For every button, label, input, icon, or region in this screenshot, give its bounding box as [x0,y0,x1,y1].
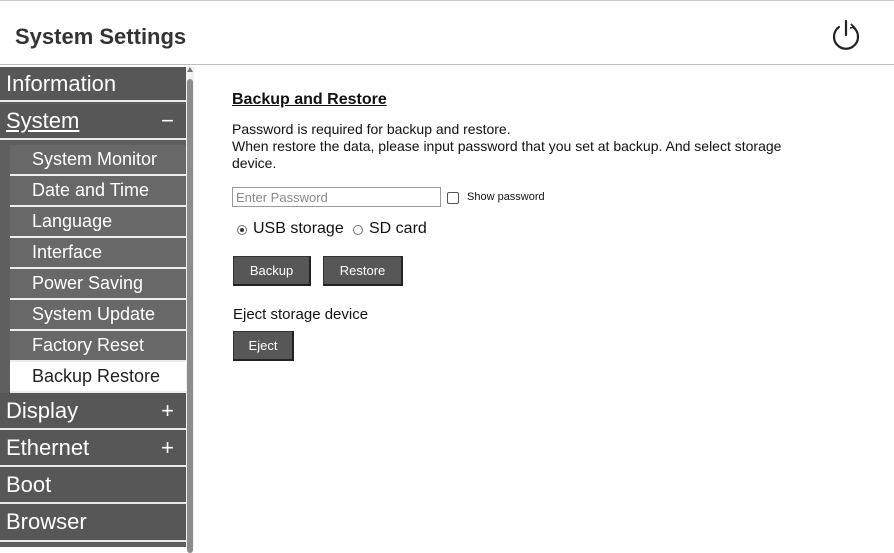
sidebar-item-system-monitor[interactable]: System Monitor [10,145,186,176]
button-label: Restore [339,263,386,278]
sidebar-item-factory-reset[interactable]: Factory Reset [10,331,186,362]
collapse-icon[interactable]: − [161,104,174,138]
menu-item-information[interactable]: Information [0,67,186,102]
backup-button[interactable]: Backup [233,256,311,286]
section-heading: Backup and Restore [232,91,387,108]
menu-item-system[interactable]: System − [0,104,186,140]
eject-button[interactable]: Eject [233,331,294,361]
sidebar-item-date-and-time[interactable]: Date and Time [10,176,186,207]
usb-storage-radio[interactable] [237,225,247,235]
page-title: System Settings [15,24,187,49]
sidebar-item-label: System Update [32,304,156,324]
button-label: Eject [248,338,278,353]
menu-item-label: Information [6,71,117,96]
sidebar-item-label: Backup Restore [32,366,161,386]
menu-item-label: Display [6,398,79,423]
password-input[interactable] [232,187,441,207]
sidebar-item-label: System Monitor [32,149,158,169]
menu-item-label: Browser [6,509,87,534]
section-description: Password is required for backup and rest… [232,121,792,172]
sidebar-item-label: Factory Reset [32,335,145,355]
description-line: Password is required for backup and rest… [232,121,511,137]
menu-item-label: Ethernet [6,435,90,460]
menu-item-display[interactable]: Display + [0,393,186,430]
eject-title: Eject storage device [233,306,369,323]
sidebar-item-backup-restore[interactable]: Backup Restore [10,362,186,393]
sidebar-item-interface[interactable]: Interface [10,238,186,269]
sidebar: Information System − System Monitor Date… [0,67,186,547]
scroll-up-icon[interactable] [187,67,193,72]
sd-card-radio[interactable] [353,225,363,235]
restore-button[interactable]: Restore [323,256,403,286]
sidebar-item-power-saving[interactable]: Power Saving [10,269,186,300]
usb-storage-label: USB storage [253,220,344,237]
menu-item-browser[interactable]: Browser [0,504,186,542]
menu-item-label: Boot [6,472,52,497]
menu-item-ethernet[interactable]: Ethernet + [0,430,186,467]
sidebar-item-language[interactable]: Language [10,207,186,238]
header-bar: System Settings [0,0,894,65]
menu-item-label: System [6,108,80,133]
sidebar-item-system-update[interactable]: System Update [10,300,186,331]
power-icon[interactable] [829,18,863,54]
sidebar-scrollbar[interactable] [186,67,194,553]
menu-item-boot[interactable]: Boot [0,467,186,504]
expand-icon[interactable]: + [161,430,174,465]
sidebar-item-label: Power Saving [32,273,144,293]
sidebar-item-label: Date and Time [32,180,150,200]
show-password-label: Show password [467,191,545,203]
description-line: When restore the data, please input pass… [232,138,782,171]
expand-icon[interactable]: + [161,393,174,428]
sidebar-item-label: Interface [32,242,103,262]
show-password-checkbox[interactable] [447,192,459,204]
sidebar-item-label: Language [32,211,113,231]
button-label: Backup [249,263,294,278]
scrollbar-thumb[interactable] [187,79,193,553]
sd-card-label: SD card [369,220,427,237]
